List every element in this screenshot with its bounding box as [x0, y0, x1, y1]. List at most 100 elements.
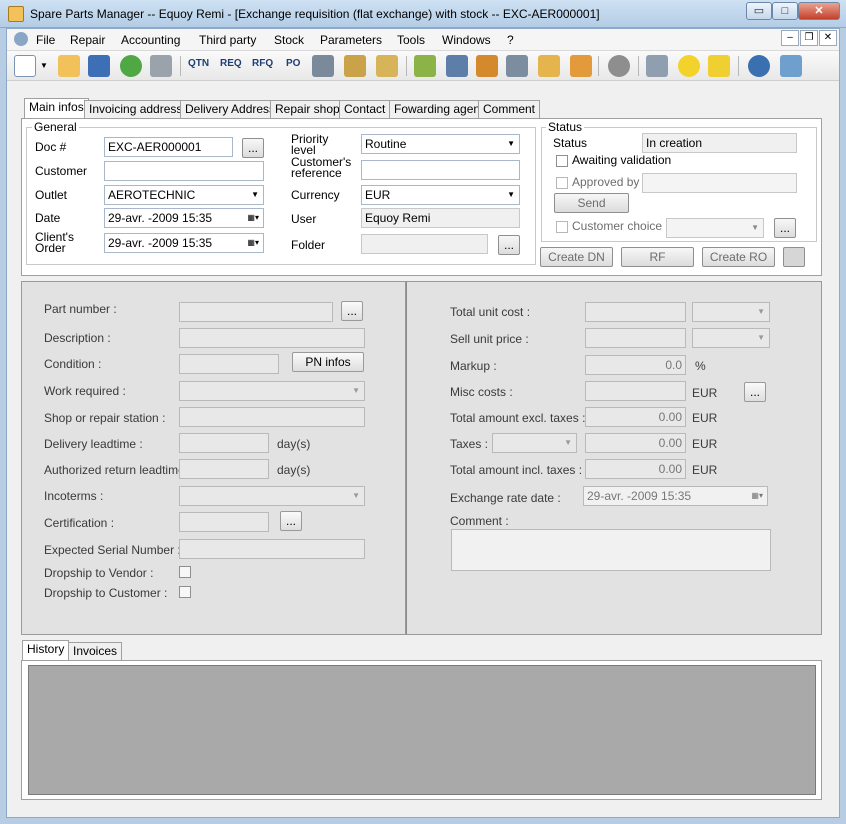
document-icon[interactable] — [506, 55, 528, 77]
outlet-select[interactable]: AEROTECHNIC ▼ — [104, 185, 264, 205]
tools-icon[interactable] — [646, 55, 668, 77]
po-button[interactable]: PO — [286, 58, 300, 69]
customer-reference-input[interactable] — [361, 160, 520, 180]
tab-comment[interactable]: Comment — [478, 100, 541, 119]
notepad-icon[interactable] — [780, 55, 802, 77]
menu-third-party[interactable]: Third party — [199, 33, 256, 47]
return-leadtime-input[interactable] — [179, 459, 269, 479]
tab-fowarding-agent[interactable]: Fowarding agent — [389, 100, 489, 119]
gear-icon[interactable] — [608, 55, 630, 77]
close-button[interactable]: ✕ — [798, 2, 840, 20]
history-grid[interactable] — [28, 665, 816, 795]
comment-textarea[interactable] — [451, 529, 771, 571]
create-dn-button[interactable]: Create DN — [540, 247, 613, 267]
menu-tools[interactable]: Tools — [397, 33, 425, 47]
folder-browse-button[interactable]: ... — [498, 235, 520, 255]
rf-button[interactable]: RF — [621, 247, 694, 267]
menu-stock[interactable]: Stock — [274, 33, 304, 47]
menu-windows[interactable]: Windows — [442, 33, 491, 47]
description-input[interactable] — [179, 328, 365, 348]
menu-parameters[interactable]: Parameters — [320, 33, 382, 47]
tab-delivery-address[interactable]: Delivery Address — [180, 100, 281, 119]
menu-accounting[interactable]: Accounting — [121, 33, 180, 47]
sell-unit-price-currency-select[interactable]: ▼ — [692, 328, 770, 348]
customer-choice-browse-button[interactable]: ... — [774, 218, 796, 238]
maximize-button[interactable]: □ — [772, 2, 798, 20]
total-unit-cost-currency-select[interactable]: ▼ — [692, 302, 770, 322]
new-dropdown-icon[interactable]: ▼ — [40, 61, 48, 70]
misc-costs-input[interactable] — [585, 381, 686, 401]
customer-choice-select[interactable]: ▼ — [666, 218, 764, 238]
shop-input[interactable] — [179, 407, 365, 427]
incoterms-select[interactable]: ▼ — [179, 486, 365, 506]
certification-browse-button[interactable]: ... — [280, 511, 302, 531]
total-unit-cost-label: Total unit cost : — [450, 305, 531, 319]
currency-select[interactable]: EUR ▼ — [361, 185, 520, 205]
date-picker[interactable]: 29-avr. -2009 15:35 ▦▾ — [104, 208, 264, 228]
mdi-minimize-button[interactable]: – — [781, 30, 799, 46]
tab-repair-shop[interactable]: Repair shop — [270, 100, 345, 119]
qtn-button[interactable]: QTN — [188, 58, 209, 69]
doc-number-input[interactable]: EXC-AER000001 — [104, 137, 233, 157]
save-icon[interactable] — [88, 55, 110, 77]
menu-repair[interactable]: Repair — [70, 33, 105, 47]
report-icon[interactable] — [783, 247, 805, 267]
send-button[interactable]: Send — [554, 193, 629, 213]
misc-costs-browse-button[interactable]: ... — [744, 382, 766, 402]
condition-input[interactable] — [179, 354, 279, 374]
req-button[interactable]: REQ — [220, 58, 242, 69]
new-icon[interactable] — [14, 55, 36, 77]
stock-icon[interactable] — [376, 55, 398, 77]
create-ro-button[interactable]: Create RO — [702, 247, 775, 267]
work-required-select[interactable]: ▼ — [179, 381, 365, 401]
settings-plugin-icon[interactable] — [312, 55, 334, 77]
awaiting-validation-checkbox[interactable] — [556, 155, 568, 167]
work-required-label: Work required : — [44, 384, 126, 398]
client-order-date-picker[interactable]: 29-avr. -2009 15:35 ▦▾ — [104, 233, 264, 253]
mdi-restore-button[interactable]: ❐ — [800, 30, 818, 46]
open-folder-icon[interactable] — [58, 55, 80, 77]
boxes-icon[interactable] — [570, 55, 592, 77]
customers-icon[interactable] — [414, 55, 436, 77]
taxes-label: Taxes : — [450, 437, 489, 451]
serial-input[interactable] — [179, 539, 365, 559]
folder-label: Folder — [291, 238, 326, 252]
tab-invoicing-address[interactable]: Invoicing address — [84, 100, 188, 119]
document-menu-icon[interactable] — [14, 32, 28, 46]
doc-browse-button[interactable]: ... — [242, 138, 264, 158]
banana-icon[interactable] — [708, 55, 730, 77]
tab-main-infos[interactable]: Main infos — [24, 98, 89, 119]
user-icon[interactable] — [476, 55, 498, 77]
tab-history[interactable]: History — [22, 640, 70, 661]
taxes-select[interactable]: ▼ — [492, 433, 577, 453]
approved-by-checkbox[interactable] — [556, 177, 568, 189]
sell-unit-price-input[interactable] — [585, 328, 686, 348]
tab-invoices[interactable]: Invoices — [68, 642, 123, 661]
priority-select[interactable]: Routine ▼ — [361, 134, 520, 154]
minimize-button[interactable]: ▭ — [746, 2, 772, 20]
part-number-browse-button[interactable]: ... — [341, 301, 363, 321]
part-number-input[interactable] — [179, 302, 333, 322]
certification-input[interactable] — [179, 512, 269, 532]
rfq-button[interactable]: RFQ — [252, 58, 273, 69]
dropship-vendor-checkbox[interactable] — [179, 566, 191, 578]
print-icon[interactable] — [150, 55, 172, 77]
parts-icon[interactable] — [344, 55, 366, 77]
exchange-rate-date-picker[interactable]: 29-avr. -2009 15:35 ▦▾ — [583, 486, 768, 506]
pn-infos-button[interactable]: PN infos — [292, 352, 364, 372]
contacts-icon[interactable] — [446, 55, 468, 77]
home-icon[interactable] — [538, 55, 560, 77]
menu-help[interactable]: ? — [507, 33, 514, 47]
dropship-customer-checkbox[interactable] — [179, 586, 191, 598]
customer-input[interactable] — [104, 161, 264, 181]
markup-input[interactable]: 0.0 — [585, 355, 686, 375]
tab-contact[interactable]: Contact — [339, 100, 391, 119]
mdi-close-button[interactable]: ✕ — [819, 30, 837, 46]
refresh-icon[interactable] — [120, 55, 142, 77]
star-icon[interactable] — [678, 55, 700, 77]
total-unit-cost-input[interactable] — [585, 302, 686, 322]
delivery-leadtime-input[interactable] — [179, 433, 269, 453]
globe-icon[interactable] — [748, 55, 770, 77]
customer-choice-checkbox[interactable] — [556, 221, 568, 233]
menu-file[interactable]: File — [36, 33, 55, 47]
